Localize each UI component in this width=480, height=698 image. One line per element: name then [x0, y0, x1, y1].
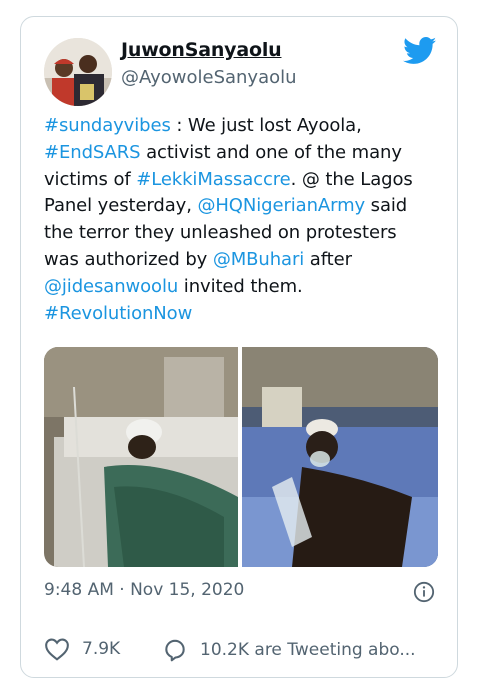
avatar[interactable]	[44, 38, 112, 106]
twitter-bird-icon[interactable]	[403, 37, 437, 65]
author-display-name[interactable]: JuwonSanyaolu	[121, 39, 282, 61]
tweet-text-segment: was authorized by	[44, 248, 213, 270]
like-button[interactable]: 7.9K	[44, 637, 120, 661]
hashtag-link[interactable]: #LekkiMassaccre	[136, 169, 291, 190]
like-count: 7.9K	[82, 639, 121, 659]
tweet-text-segment: : We just lost Ayoola,	[170, 115, 362, 136]
photo-hospital-bed-left[interactable]	[44, 347, 238, 567]
mention-link[interactable]: @MBuhari	[213, 249, 304, 270]
tweet-text-line: #EndSARS activist and one of the many	[44, 140, 444, 167]
hashtag-link[interactable]: #RevolutionNow	[44, 303, 192, 324]
conversation-button[interactable]: 10.2K are Tweeting abo...	[162, 637, 416, 663]
tweet-media[interactable]	[44, 347, 438, 567]
tweet-text-segment: invited them.	[178, 275, 303, 297]
avatar-image	[44, 38, 112, 106]
tweet-text-line: @jidesanwoolu invited them.	[44, 274, 444, 301]
tweet-text-segment: victims of	[44, 168, 137, 190]
tweet-text-segment: said	[365, 195, 408, 217]
author-handle[interactable]: @AyowoleSanyaolu	[121, 67, 297, 88]
hashtag-link[interactable]: #sundayvibes	[44, 115, 171, 136]
tweet-text-segment: Panel yesterday,	[44, 195, 198, 217]
tweet-card[interactable]: JuwonSanyaolu @AyowoleSanyaolu #sundayvi…	[20, 16, 458, 678]
tweet-text-segment: . @ the Lagos	[290, 168, 413, 190]
tweet-text-line: victims of #LekkiMassaccre. @ the Lagos	[44, 167, 444, 194]
info-icon[interactable]	[413, 581, 435, 603]
tweet-text-segment: the terror they unleashed on protesters	[44, 222, 397, 244]
tweet-text-line: was authorized by @MBuhari after	[44, 247, 444, 274]
tweet-actions: 7.9K 10.2K are Tweeting abo...	[44, 637, 444, 667]
mention-link[interactable]: @HQNigerianArmy	[197, 195, 365, 216]
hashtag-link[interactable]: #EndSARS	[44, 142, 141, 163]
tweeting-count: 10.2K are Tweeting abo...	[200, 640, 416, 660]
tweet-text-line: the terror they unleashed on protesters	[44, 220, 444, 247]
tweet-text-segment: after	[304, 248, 352, 270]
tweet-text-line: #sundayvibes : We just lost Ayoola,	[44, 113, 444, 140]
speech-bubble-icon	[165, 639, 185, 662]
tweet-text: #sundayvibes : We just lost Ayoola, #EndS…	[44, 113, 444, 327]
tweet-text-line: #RevolutionNow	[44, 301, 444, 328]
tweet-text-segment: activist and one of the many	[140, 141, 402, 163]
mention-link[interactable]: @jidesanwoolu	[44, 276, 178, 297]
tweet-text-line: Panel yesterday, @HQNigerianArmy said	[44, 193, 444, 220]
photo-oxygen-mask-right[interactable]	[242, 347, 438, 567]
heart-icon	[45, 638, 69, 661]
tweet-timestamp[interactable]: 9:48 AM · Nov 15, 2020	[44, 580, 244, 600]
